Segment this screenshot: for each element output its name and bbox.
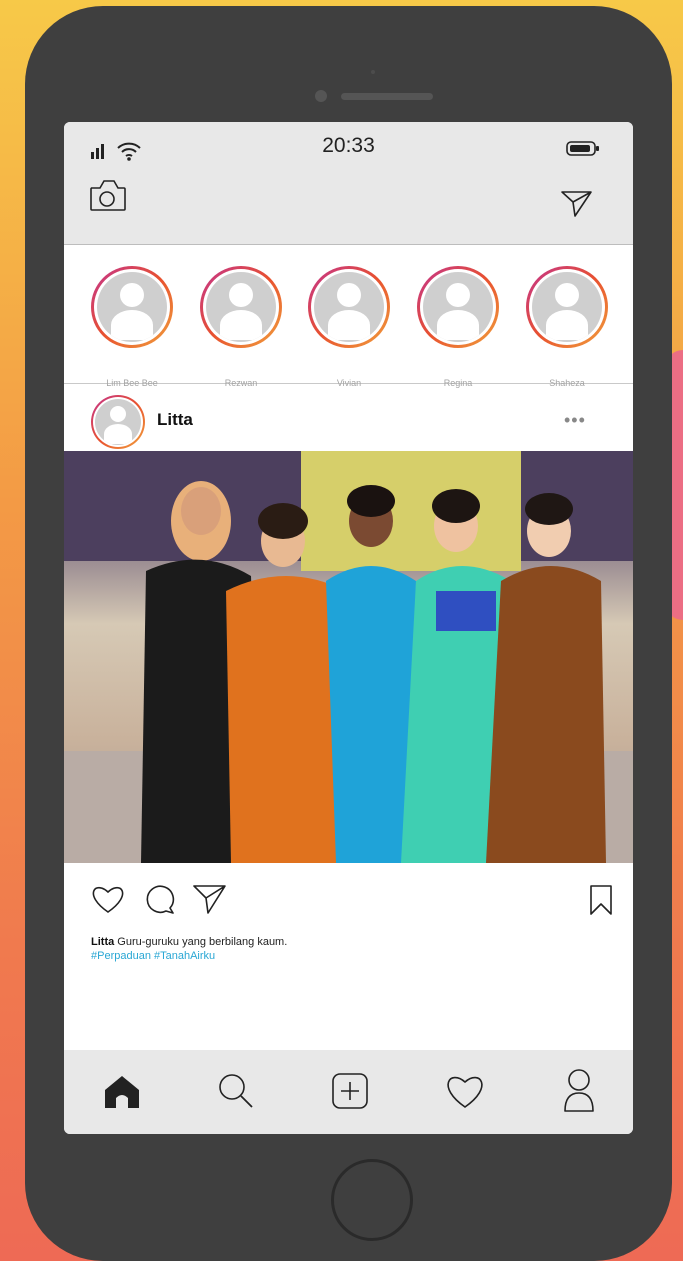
caption-hashtags[interactable]: #Perpaduan #TanahAirku [91, 950, 215, 962]
story-item[interactable]: Shaheza [526, 266, 608, 388]
post-avatar[interactable] [91, 395, 145, 449]
camera-icon[interactable] [88, 178, 128, 214]
post-header: Litta ••• [64, 384, 633, 451]
post-caption: Litta Guru-guruku yang berbilang kaum. #… [91, 935, 611, 963]
post-username[interactable]: Litta [157, 410, 193, 430]
avatar [314, 272, 384, 342]
speaker-grille [341, 93, 433, 100]
story-ring [91, 266, 173, 348]
more-options-icon[interactable]: ••• [564, 410, 586, 431]
caption-username[interactable]: Litta [91, 936, 114, 948]
sensor-dot [371, 70, 375, 74]
story-item[interactable]: Regina [417, 266, 499, 388]
avatar [206, 272, 276, 342]
avatar [532, 272, 602, 342]
share-icon[interactable] [192, 882, 228, 916]
avatar [423, 272, 493, 342]
front-camera [315, 90, 327, 102]
top-bar: 20:33 [64, 122, 633, 245]
caption-text: Guru-guruku yang berbilang kaum. [114, 936, 288, 948]
story-item[interactable]: Vivian [308, 266, 390, 388]
story-ring [417, 266, 499, 348]
avatar [97, 272, 167, 342]
story-item[interactable]: Rezwan [200, 266, 282, 388]
add-post-icon[interactable] [330, 1072, 370, 1110]
group-photo-illustration [64, 451, 633, 863]
comment-icon[interactable] [144, 884, 176, 916]
stories-bar: Lim Bee Bee Rezwan Vivian Regina Shaheza [64, 245, 633, 388]
profile-icon[interactable] [562, 1068, 596, 1114]
story-ring [526, 266, 608, 348]
search-icon[interactable] [217, 1072, 255, 1110]
bottom-nav [64, 1050, 633, 1134]
status-time: 20:33 [322, 134, 375, 157]
home-icon[interactable] [102, 1072, 142, 1110]
activity-heart-icon[interactable] [444, 1072, 486, 1110]
app-screen: 20:33 Lim Bee Bee Rezwan Vivian Regina S… [64, 122, 633, 1134]
heart-icon[interactable] [91, 884, 125, 914]
story-ring [308, 266, 390, 348]
story-ring [200, 266, 282, 348]
home-button[interactable] [331, 1159, 413, 1241]
story-item[interactable]: Lim Bee Bee [91, 266, 173, 388]
bookmark-icon[interactable] [589, 884, 613, 916]
post-photo[interactable] [64, 451, 633, 863]
send-icon[interactable] [560, 188, 594, 218]
battery-icon [566, 141, 599, 156]
